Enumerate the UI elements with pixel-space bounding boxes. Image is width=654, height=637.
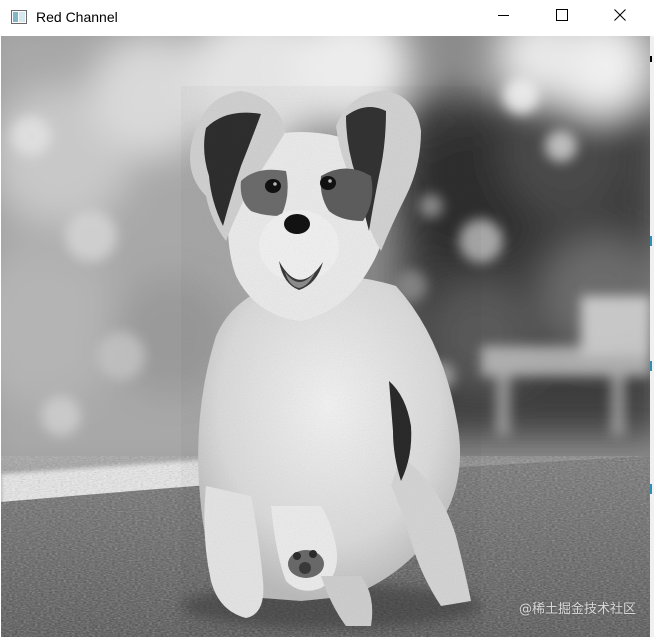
minimize-button[interactable] bbox=[481, 0, 527, 34]
app-window: Red Channel @稀土掘金技术社区 bbox=[0, 0, 654, 637]
close-button[interactable] bbox=[597, 0, 643, 34]
window-title: Red Channel bbox=[36, 9, 118, 25]
close-icon bbox=[614, 8, 626, 26]
maximize-button[interactable] bbox=[539, 0, 585, 34]
watermark-text: @稀土掘金技术社区 bbox=[518, 602, 636, 617]
image-window-icon bbox=[11, 10, 27, 24]
frame-mark bbox=[650, 361, 652, 371]
maximize-icon bbox=[556, 8, 568, 26]
title-bar[interactable]: Red Channel bbox=[0, 0, 654, 34]
frame-mark bbox=[650, 236, 652, 246]
frame-mark bbox=[650, 484, 652, 494]
image-canvas[interactable]: @稀土掘金技术社区 bbox=[1, 36, 650, 637]
frame-mark bbox=[650, 56, 652, 62]
window-frame-edge bbox=[650, 36, 654, 637]
red-channel-image bbox=[1, 36, 650, 637]
minimize-icon bbox=[498, 8, 510, 26]
